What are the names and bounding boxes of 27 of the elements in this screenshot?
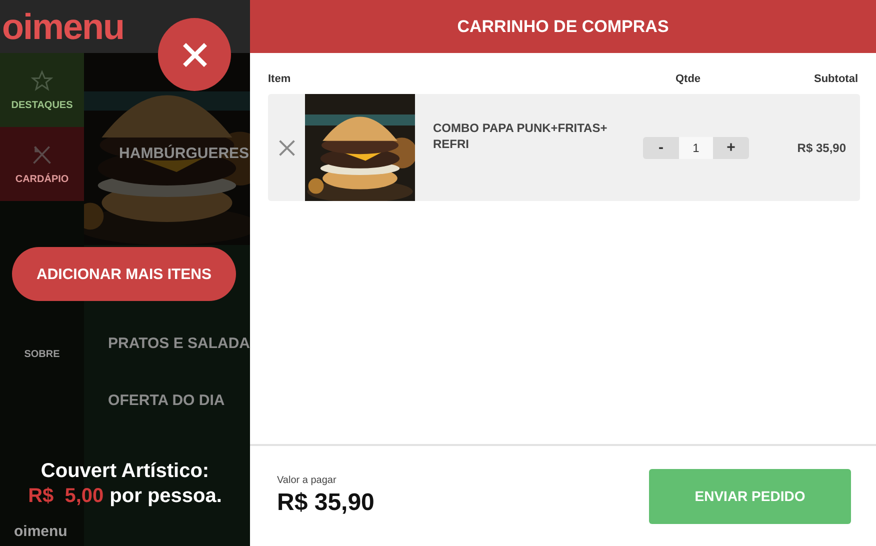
total-label: Valor a pagar [277, 475, 338, 486]
increase-button[interactable]: + [713, 136, 749, 158]
column-header: Item [268, 73, 292, 85]
add-more-button[interactable]: ADICIONAR MAIS ITENS [12, 247, 236, 301]
star-icon [31, 70, 54, 92]
total-value: R$ 35,90 [277, 489, 374, 517]
item-subtotal: R$ 35,90 [797, 140, 846, 154]
cover-charge-price: R$ 5,00 [28, 485, 104, 508]
category-title[interactable]: OFERTA DO DIA [108, 392, 250, 409]
quantity-field[interactable]: 1 [679, 136, 713, 158]
logo: oimenu [13, 523, 68, 540]
cart-title: CARRINHO DE COMPRAS [457, 16, 669, 36]
column-header: Qtde [674, 73, 702, 85]
category-title[interactable]: HAMBÚRGUERES [119, 145, 250, 162]
sidebar-link[interactable]: SOBRE [0, 349, 84, 360]
cutlery-icon [31, 144, 54, 166]
cover-charge-text: por pessoa. [110, 485, 222, 508]
category-title[interactable]: PRATOS E SALADA [108, 335, 250, 352]
sidebar-item[interactable]: DESTAQUES [0, 53, 84, 127]
decrease-button[interactable]: - [643, 136, 679, 158]
sidebar-item[interactable]: CARDÁPIO [0, 127, 84, 201]
close-icon [180, 40, 208, 68]
item-name: COMBO PAPA PUNK+FRITAS+ REFRI [433, 120, 608, 152]
logo: oimenu [2, 6, 124, 48]
column-header: Subtotal [813, 73, 858, 85]
cover-charge-title: Couvert Artístico: [40, 460, 210, 483]
close-icon [278, 138, 296, 156]
